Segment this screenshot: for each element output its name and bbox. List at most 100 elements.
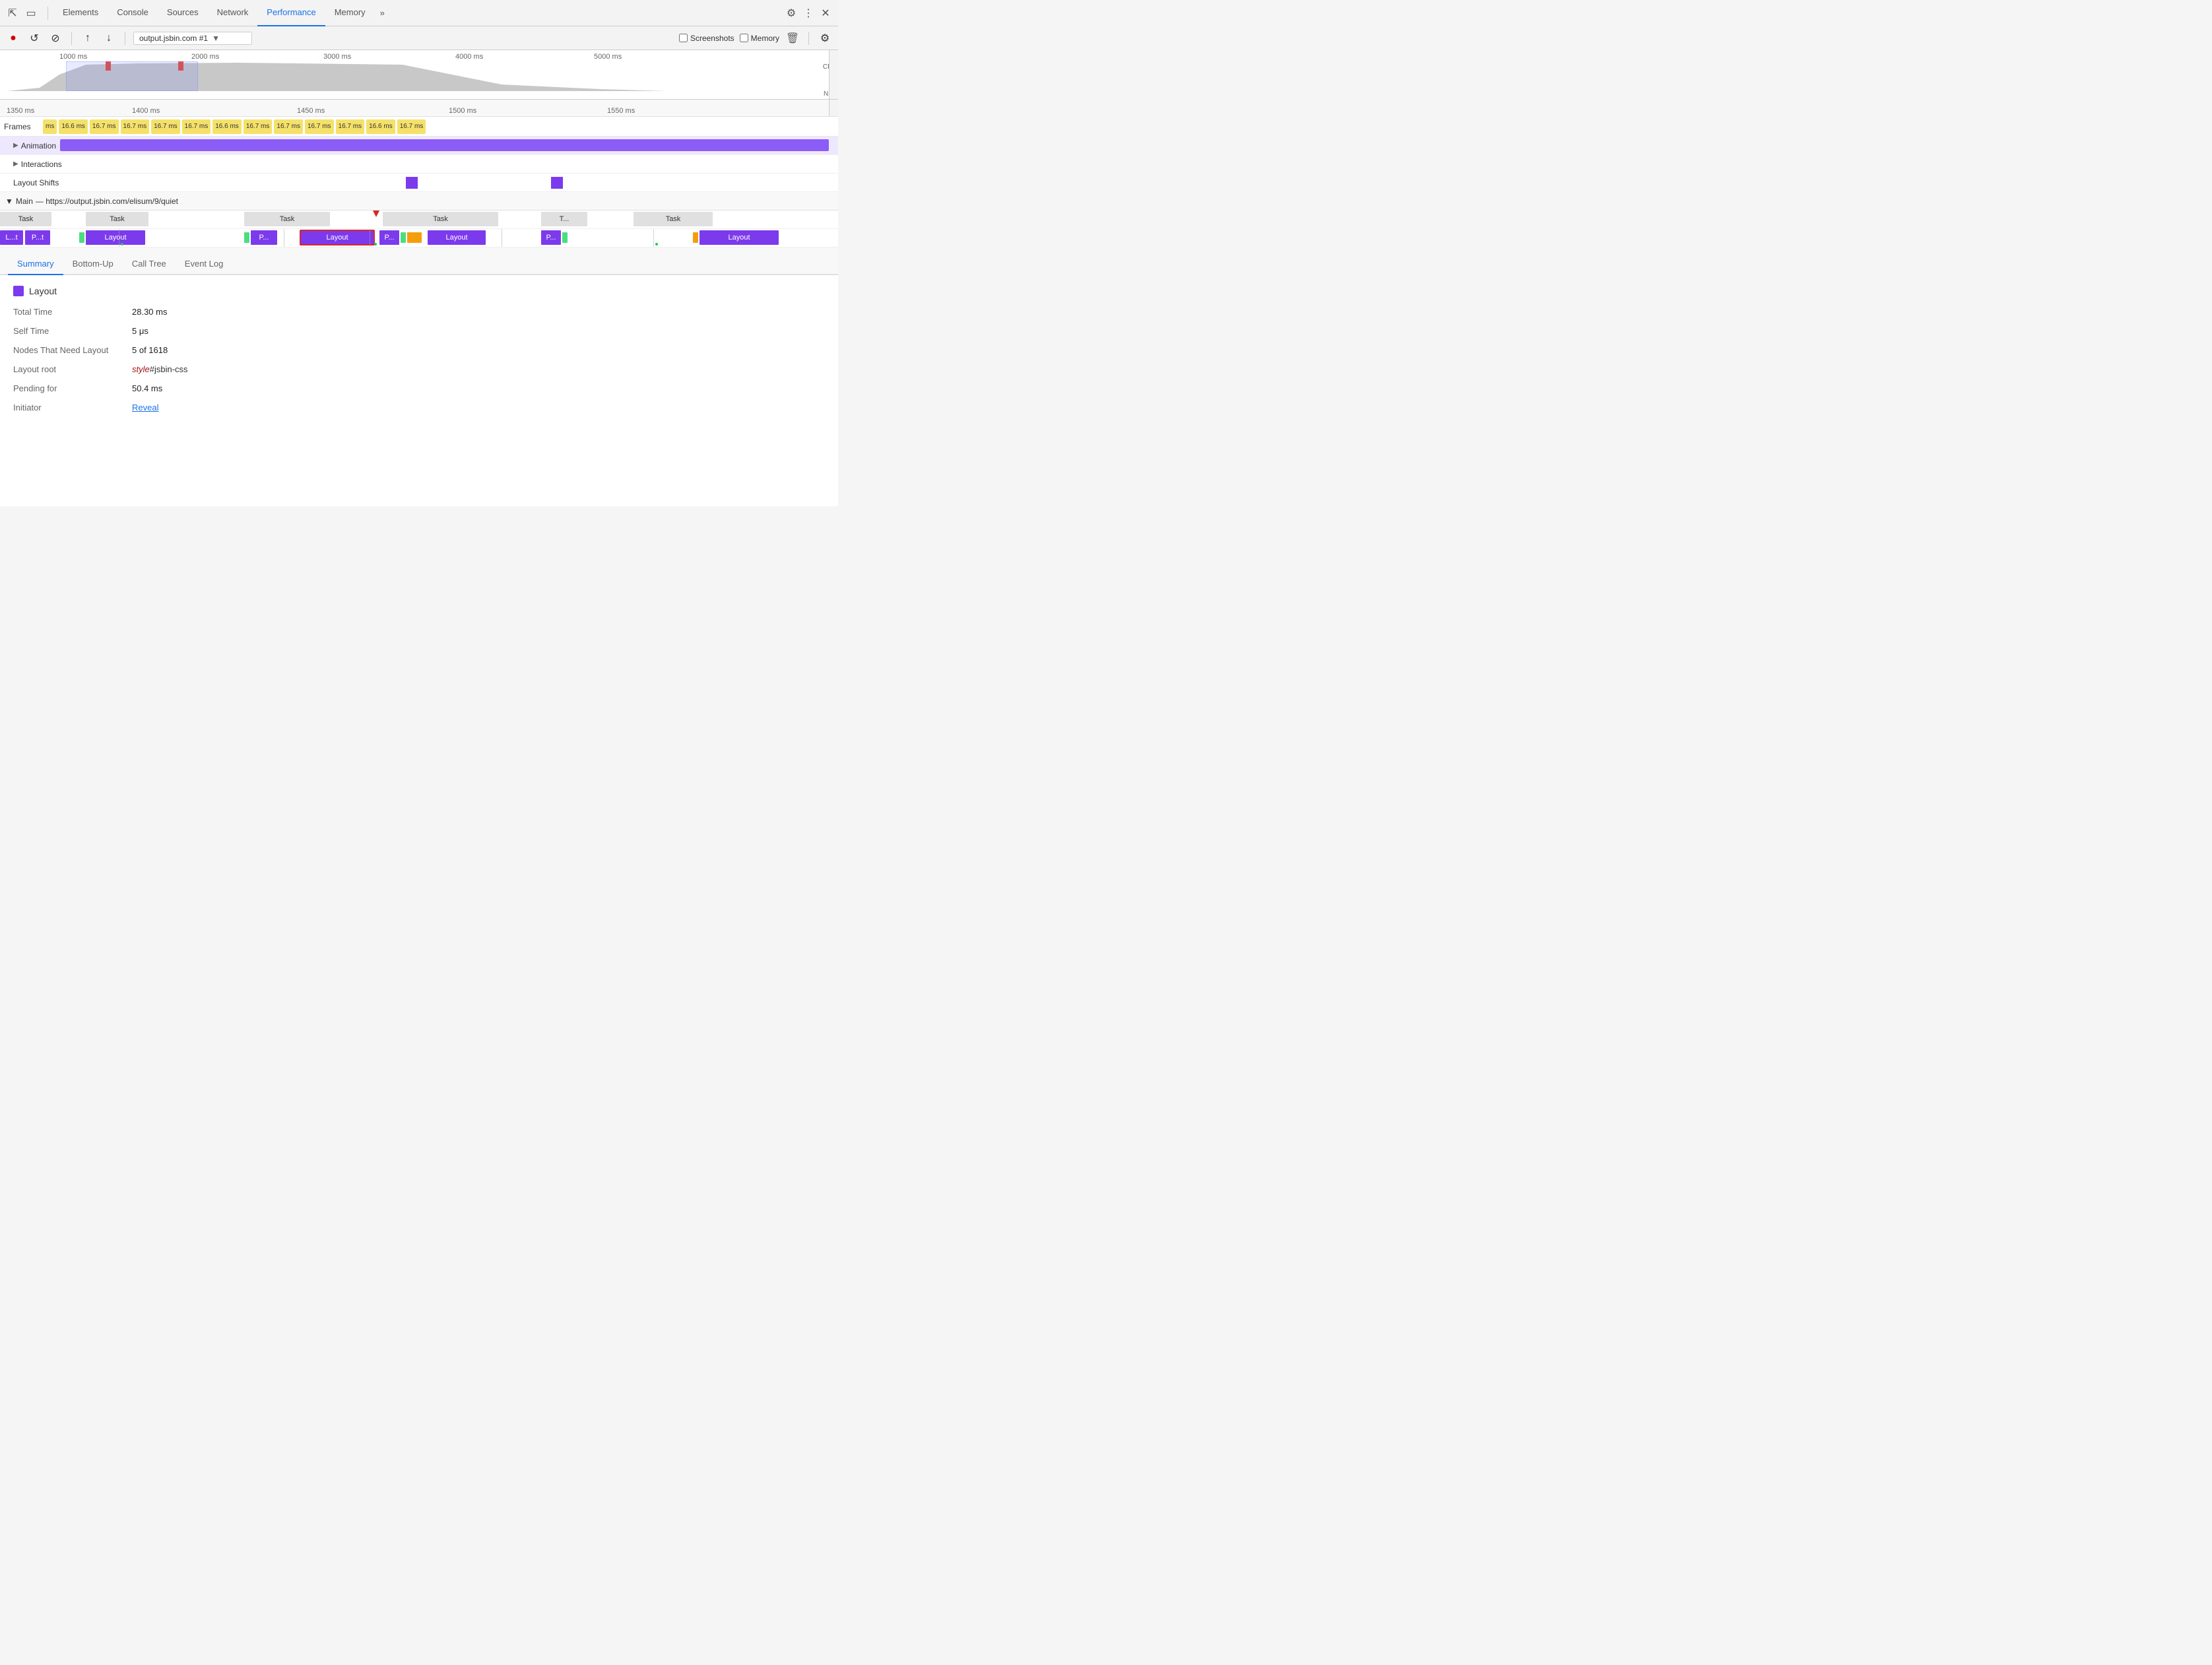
- memory-label: Memory: [751, 34, 779, 43]
- self-time-label: Self Time: [13, 326, 132, 336]
- green-dot-3: [655, 243, 658, 245]
- upload-button[interactable]: ↑: [80, 30, 96, 46]
- refresh-button[interactable]: ↺: [26, 30, 42, 46]
- total-time-value: 28.30 ms: [132, 307, 167, 317]
- tl-time-1400: 1400 ms: [132, 107, 160, 115]
- task-block-0[interactable]: Task: [0, 212, 51, 226]
- memory-checkbox[interactable]: [740, 34, 748, 42]
- screenshots-checkbox-group[interactable]: Screenshots: [679, 34, 734, 43]
- interactions-label[interactable]: ▶ Interactions: [0, 160, 66, 169]
- summary-row-self-time: Self Time 5 μs: [13, 326, 825, 336]
- settings-icon[interactable]: ⚙: [784, 6, 798, 20]
- bottom-tabs: Summary Bottom-Up Call Tree Event Log: [0, 247, 838, 275]
- task-block-2[interactable]: Task: [244, 212, 330, 226]
- frame-chip-4[interactable]: 16.7 ms: [151, 119, 180, 134]
- tab-bottom-up[interactable]: Bottom-Up: [63, 253, 123, 275]
- nodes-value: 5 of 1618: [132, 345, 168, 355]
- tab-sources[interactable]: Sources: [158, 0, 208, 26]
- subtask-green-3: [401, 232, 406, 243]
- interactions-label-text: Interactions: [21, 160, 62, 169]
- tab-performance[interactable]: Performance: [257, 0, 325, 26]
- frame-chip-1[interactable]: 16.6 ms: [59, 119, 88, 134]
- frames-label: Frames: [0, 122, 40, 131]
- pending-label: Pending for: [13, 383, 132, 393]
- frame-chip-6[interactable]: 16.6 ms: [212, 119, 242, 134]
- animation-expand-arrow[interactable]: ▶: [13, 142, 18, 149]
- record-button[interactable]: ●: [5, 30, 21, 46]
- tab-elements[interactable]: Elements: [53, 0, 108, 26]
- layout-shifts-label: Layout Shifts: [0, 178, 63, 187]
- download-button[interactable]: ↓: [101, 30, 117, 46]
- tab-event-log[interactable]: Event Log: [176, 253, 233, 275]
- frame-chip-10[interactable]: 16.7 ms: [336, 119, 365, 134]
- tl-time-1350: 1350 ms: [7, 107, 34, 115]
- screenshots-checkbox[interactable]: [679, 34, 688, 42]
- main-url: — https://output.jsbin.com/elisum/9/quie…: [36, 197, 178, 206]
- interactions-row: ▶ Interactions: [0, 155, 838, 174]
- initiator-reveal-link[interactable]: Reveal: [132, 403, 158, 412]
- animation-label[interactable]: ▶ Animation: [0, 141, 60, 150]
- summary-row-layout-root: Layout root style#jsbin-css: [13, 364, 825, 374]
- devtools-topbar: ⇱ ▭ Elements Console Sources Network Per…: [0, 0, 838, 26]
- subtask-pt[interactable]: P...t: [25, 230, 50, 245]
- layout-shift-marker-1: [406, 177, 418, 189]
- overview-scrollbar[interactable]: [829, 50, 838, 99]
- timeline-scrollbar[interactable]: [829, 100, 838, 116]
- frame-chip-3[interactable]: 16.7 ms: [121, 119, 150, 134]
- task-block-3[interactable]: Task: [383, 212, 498, 226]
- screenshots-label: Screenshots: [690, 34, 734, 43]
- subtask-green-2: [244, 232, 249, 243]
- memory-checkbox-group[interactable]: Memory: [740, 34, 779, 43]
- frame-chip-12[interactable]: 16.7 ms: [397, 119, 426, 134]
- subtask-lt[interactable]: L...t: [0, 230, 23, 245]
- url-selector[interactable]: output.jsbin.com #1 ▼: [133, 32, 252, 45]
- tab-call-tree[interactable]: Call Tree: [123, 253, 176, 275]
- subtask-p3[interactable]: P...: [541, 230, 561, 245]
- main-expand-arrow[interactable]: ▼: [5, 197, 13, 206]
- task-block-4[interactable]: T...: [541, 212, 587, 226]
- subtask-p2[interactable]: P...: [379, 230, 399, 245]
- kebab-menu-icon[interactable]: ⋮: [801, 6, 816, 20]
- url-dropdown-arrow: ▼: [212, 34, 220, 43]
- task-block-1[interactable]: Task: [86, 212, 148, 226]
- frame-chip-8[interactable]: 16.7 ms: [274, 119, 303, 134]
- animation-label-text: Animation: [21, 141, 56, 150]
- frame-chip-11[interactable]: 16.6 ms: [366, 119, 395, 134]
- vert-line-5: [653, 229, 654, 247]
- animation-bar: [60, 139, 829, 151]
- animation-row: ▶ Animation: [0, 137, 838, 155]
- subtask-layout-2[interactable]: Layout: [428, 230, 486, 245]
- layout-shifts-content: [63, 174, 838, 191]
- frame-chip-9[interactable]: 16.7 ms: [305, 119, 334, 134]
- frame-chip-7[interactable]: 16.7 ms: [244, 119, 273, 134]
- trash-icon[interactable]: 🗑: [785, 30, 800, 46]
- tab-console[interactable]: Console: [108, 0, 158, 26]
- frame-chip-2[interactable]: 16.7 ms: [90, 119, 119, 134]
- task-block-5[interactable]: Task: [634, 212, 713, 226]
- cursor-icon[interactable]: ⇱: [5, 6, 20, 20]
- timeline-header: 1350 ms 1400 ms 1450 ms 1500 ms 1550 ms: [0, 100, 838, 117]
- task-marker: [373, 211, 379, 217]
- subtask-layout-1[interactable]: Layout: [86, 230, 145, 245]
- subtask-p1[interactable]: P...: [251, 230, 277, 245]
- frame-chip-0[interactable]: ms: [43, 119, 57, 134]
- capture-settings-icon[interactable]: ⚙: [817, 30, 833, 46]
- device-icon[interactable]: ▭: [24, 6, 38, 20]
- summary-title: Layout: [13, 286, 825, 296]
- close-icon[interactable]: ✕: [818, 6, 833, 20]
- more-tabs-button[interactable]: »: [375, 0, 390, 26]
- tab-network[interactable]: Network: [208, 0, 258, 26]
- subtask-layout-3[interactable]: Layout: [699, 230, 779, 245]
- tab-memory[interactable]: Memory: [325, 0, 375, 26]
- tab-summary[interactable]: Summary: [8, 253, 63, 275]
- green-dot-2: [374, 243, 377, 245]
- layout-root-value: style#jsbin-css: [132, 364, 188, 374]
- clear-button[interactable]: ⊘: [48, 30, 63, 46]
- subtask-layout-selected[interactable]: Layout: [300, 230, 374, 245]
- layout-root-id: #jsbin-css: [150, 364, 188, 374]
- interactions-expand-arrow[interactable]: ▶: [13, 160, 18, 168]
- summary-title-text: Layout: [29, 286, 57, 296]
- frame-chip-5[interactable]: 16.7 ms: [182, 119, 211, 134]
- subtask-green-1: [79, 232, 84, 243]
- performance-toolbar: ● ↺ ⊘ ↑ ↓ output.jsbin.com #1 ▼ Screensh…: [0, 26, 838, 50]
